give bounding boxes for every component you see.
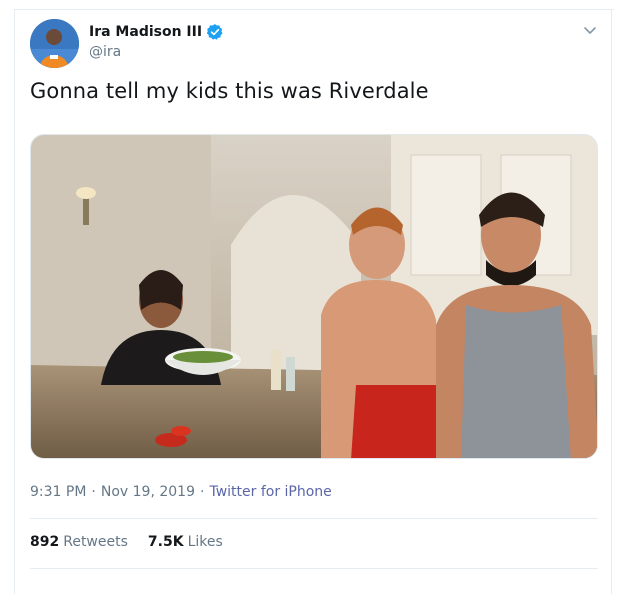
likes-stat[interactable]: 7.5K Likes	[148, 534, 223, 550]
tweet-source-link[interactable]: Twitter for iPhone	[209, 484, 331, 500]
author-handle[interactable]: @ira	[89, 44, 121, 60]
media-image	[31, 135, 597, 458]
chevron-down-icon[interactable]	[582, 22, 598, 38]
author-row: Ira Madison III	[89, 23, 224, 41]
divider	[30, 518, 598, 519]
tweet-text: Gonna tell my kids this was Riverdale	[30, 79, 429, 103]
author-name[interactable]: Ira Madison III	[89, 24, 202, 40]
meta-separator: ·	[200, 484, 205, 500]
divider	[30, 568, 598, 569]
tweet-stats: 892 Retweets 7.5K Likes	[30, 534, 243, 550]
retweets-count: 892	[30, 534, 60, 550]
tweet-media[interactable]	[30, 134, 598, 459]
tweet-meta: 9:31 PM · Nov 19, 2019 · Twitter for iPh…	[30, 484, 332, 500]
retweets-label: Retweets	[63, 534, 128, 550]
likes-count: 7.5K	[147, 534, 184, 550]
meta-separator: ·	[91, 484, 96, 500]
retweets-stat[interactable]: 892 Retweets	[30, 534, 128, 550]
tweet-date[interactable]: Nov 19, 2019	[101, 484, 195, 500]
tweet-time[interactable]: 9:31 PM	[30, 484, 86, 500]
verified-badge-icon	[206, 24, 223, 40]
likes-label: Likes	[187, 534, 223, 550]
avatar[interactable]	[30, 19, 79, 68]
